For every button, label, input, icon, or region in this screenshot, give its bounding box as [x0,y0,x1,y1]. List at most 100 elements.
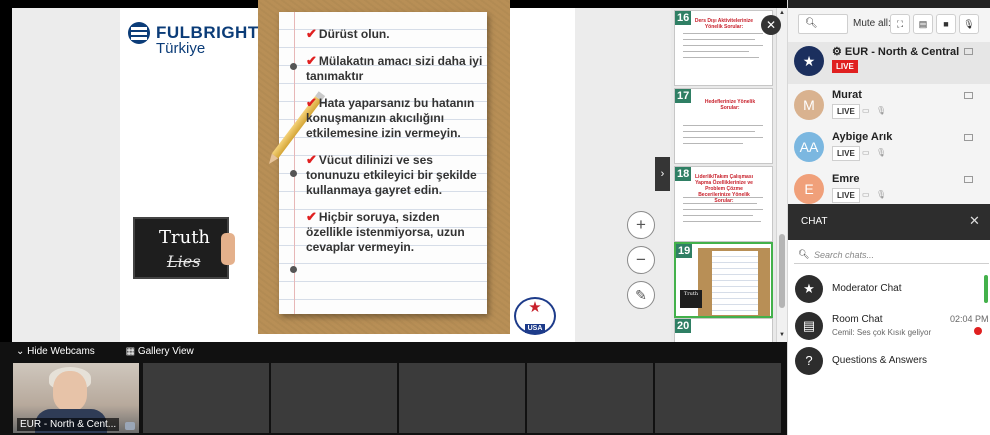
checkmark-icon: ✔ [306,152,317,167]
checkmark-icon: ✔ [306,209,317,224]
mute-notes-button[interactable]: ▤ [913,14,933,34]
attendee-row[interactable]: AA Aybige Arık LIVE ▭ 🎙︎ [788,128,990,170]
mute-screens-button[interactable]: ⛶ [890,14,910,34]
thumbnail-title: Liderlik/Takım Çalışması Yapma Özellikle… [695,174,753,204]
webcam-settings-icon[interactable] [125,422,135,430]
thumbnail-text-line [683,137,763,138]
side-panel: 🔍︎ Mute all: ⛶ ▤ ■ 🎙︎ ★ ⚙︎ EUR - North &… [787,0,990,435]
search-icon: 🔍︎ [798,249,810,259]
thumbnail-number: 19 [676,244,693,258]
slide-list-item: ✔ Mülakatın amacı sizi daha iyi tanımaktı… [306,53,483,83]
thumbnail-number: 17 [675,89,692,103]
mute-all-label: Mute all: [853,18,891,29]
thumbnail-text-line [683,197,763,198]
thumbnail-text-line [683,125,763,126]
webcam-tile-empty [527,363,653,433]
education-usa-seal: ★ USA [514,297,556,335]
thumbnail-slide-19[interactable]: 19 Truth [674,242,773,318]
thumbnail-text-line [683,33,763,34]
camera-off-icon: ▭ [862,106,870,115]
zoom-in-button[interactable]: + [627,211,655,239]
collapse-thumbnails-button[interactable]: › [655,157,670,191]
avatar: E [794,174,824,204]
attendee-search-input[interactable]: 🔍︎ [798,14,848,34]
chat-search-input[interactable]: 🔍︎ Search chats... [794,246,989,264]
screen-share-icon [964,134,973,141]
thumbnail-text-line [683,45,763,46]
close-chat-icon[interactable]: ✕ [969,213,980,229]
thumbnail-text-line [683,51,749,52]
chat-item-room[interactable]: ▤ Room Chat Cemil: Ses çok Kısık geliyor… [788,310,990,344]
paper-hole [290,266,297,273]
gallery-view-button[interactable]: ▦ Gallery View [126,346,208,357]
thumbnail-text-line [683,143,743,144]
thumbnail-text-line [683,215,753,216]
attendee-name: Murat [832,89,862,101]
slide-list: ✔ Dürüst olun. ✔ Mülakatın amacı sizi daha… [306,20,484,255]
thumbnail-slide-18[interactable]: 18 Liderlik/Takım Çalışması Yapma Özelli… [674,166,773,242]
slide-thumbnails: 16 Ders Dışı Aktivitelerinize Yönelik So… [671,8,787,342]
thumbnail-slide-16[interactable]: 16 Ders Dışı Aktivitelerinize Yönelik So… [674,10,773,86]
screen-share-icon [964,48,973,55]
scrollbar-thumb[interactable] [779,234,785,308]
chat-name: Room Chat [832,314,883,325]
chat-item-qa[interactable]: ? Questions & Answers [788,345,990,379]
webcam-tile-presenter[interactable]: EUR - North & Cent... [13,363,139,433]
avatar: ★ [794,46,824,76]
lies-word: Lies [167,252,201,271]
thumbnail-slide-20[interactable]: 20 [674,318,773,342]
thumbnail-number: 20 [675,319,692,333]
thumbnail-text-line [683,221,761,222]
star-icon: ★ [528,299,542,316]
question-icon: ? [795,347,823,375]
live-badge: LIVE [832,104,860,119]
thumbnail-text-line [683,39,755,40]
chat-bubble-icon: ▤ [795,312,823,340]
active-indicator [984,275,988,303]
chat-search-placeholder: Search chats... [814,250,875,260]
chat-name: Moderator Chat [832,283,902,294]
thumbnail-slide-17[interactable]: 17 Hedeflerinize Yönelik Sorular: [674,88,773,164]
attendee-name: Aybige Arık [832,131,893,143]
camera-off-icon: ▭ [862,148,870,157]
thumbnail-title: Hedeflerinize Yönelik Sorular: [704,99,756,111]
webcam-tile-empty [399,363,525,433]
attendee-list: 🔍︎ Mute all: ⛶ ▤ ■ 🎙︎ ★ ⚙︎ EUR - North &… [788,8,990,204]
mic-off-icon: 🎙︎ [876,106,887,115]
chat-timestamp: 02:04 PM [950,314,989,324]
zoom-out-button[interactable]: − [627,246,655,274]
annotate-pen-button[interactable]: ✎ [627,281,655,309]
slide-list-item: ✔ Dürüst olun. [306,26,390,41]
close-thumbnails-button[interactable]: ✕ [761,15,781,35]
webcam-person-face [53,371,87,411]
chat-name: Questions & Answers [832,355,928,366]
camera-off-icon: ▭ [862,190,870,199]
hand-image [221,233,235,265]
mic-off-icon: 🎙︎ [876,190,887,199]
screen-share-icon [964,92,973,99]
hide-webcams-button[interactable]: ⌄ Hide Webcams [16,346,109,357]
fulbright-emblem-icon [128,22,150,44]
attendee-name: ⚙︎ EUR - North & Central [832,46,960,58]
thumbnail-truth-card: Truth [680,290,702,308]
scroll-up-arrow-icon[interactable]: ▲ [779,10,785,16]
chat-item-moderator[interactable]: ★ Moderator Chat [788,273,990,307]
checkmark-icon: ✔ [306,95,317,110]
checkmark-icon: ✔ [306,53,317,68]
attendee-row[interactable]: ★ ⚙︎ EUR - North & Central LIVE [788,42,990,84]
scroll-down-arrow-icon[interactable]: ▼ [779,332,785,338]
mute-microphones-button[interactable]: 🎙︎ [959,14,979,34]
attendee-row[interactable]: M Murat LIVE ▭ 🎙︎ [788,86,990,128]
logo-country: Türkiye [156,40,206,57]
avatar: AA [794,132,824,162]
live-badge: LIVE [832,188,860,203]
thumbnail-text-line [683,57,759,58]
truth-lies-chalkboard: Truth Lies [133,217,229,279]
mute-cameras-button[interactable]: ■ [936,14,956,34]
slide-margin-left [12,8,120,342]
thumbnails-scrollbar[interactable] [776,8,787,342]
webcam-tile-empty [143,363,269,433]
star-icon: ★ [795,275,823,303]
screen-share-icon [964,176,973,183]
search-icon: 🔍︎ [805,18,818,29]
